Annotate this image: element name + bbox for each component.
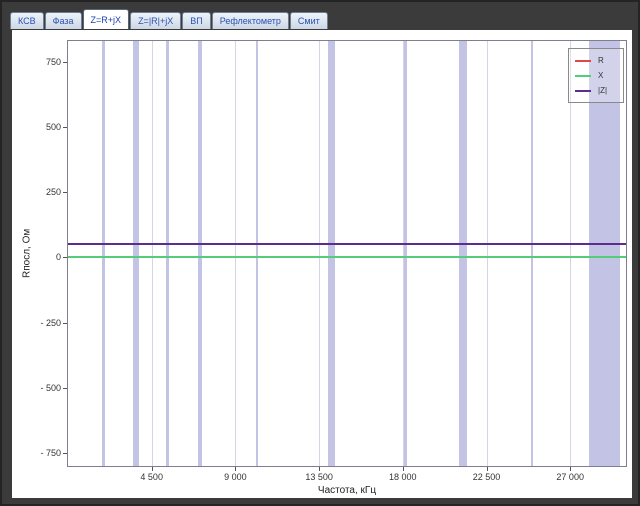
legend-label: R	[598, 56, 604, 65]
y-tick-mark	[63, 127, 67, 128]
x-tick-mark	[235, 467, 236, 471]
y-tick-label: 0	[12, 252, 61, 262]
gridline-x	[487, 41, 488, 466]
tab-smit[interactable]: Смит	[290, 12, 328, 29]
legend-line-sample-|Z|	[575, 90, 591, 92]
tab-bar: КСВФазаZ=R+jXZ=|R|+jXВПРефлектометрСмит	[10, 8, 328, 29]
band-highlight	[166, 41, 170, 466]
tab-faza[interactable]: Фаза	[45, 12, 82, 29]
y-tick-mark	[63, 192, 67, 193]
x-tick-label: 22 500	[473, 472, 501, 482]
x-tick-mark	[319, 467, 320, 471]
y-tick-label: 250	[12, 187, 61, 197]
band-highlight	[459, 41, 467, 466]
legend-line-sample-R	[575, 60, 591, 62]
y-tick-mark	[63, 62, 67, 63]
x-axis-title: Частота, кГц	[67, 485, 627, 496]
band-highlight	[133, 41, 139, 466]
y-tick-label: 750	[12, 57, 61, 67]
band-highlight	[589, 41, 621, 466]
y-tick-mark	[63, 257, 67, 258]
series-line-|Z|	[68, 243, 626, 245]
x-tick-label: 27 000	[556, 472, 584, 482]
band-highlight	[328, 41, 335, 466]
x-tick-label: 9 000	[224, 472, 247, 482]
x-tick-label: 4 500	[140, 472, 163, 482]
band-highlight	[404, 41, 407, 466]
chart-panel: Rпосл, Ом RX|Z| Частота, кГц 4 5009 0001…	[12, 30, 632, 498]
x-tick-label: 18 000	[389, 472, 417, 482]
tab-reflektometr[interactable]: Рефлектометр	[212, 12, 289, 29]
y-tick-label: - 500	[12, 383, 61, 393]
y-tick-label: - 750	[12, 448, 61, 458]
plot-area[interactable]: RX |Z|	[67, 40, 627, 467]
x-tick-mark	[570, 467, 571, 471]
band-highlight	[102, 41, 106, 466]
tab-vp[interactable]: ВП	[182, 12, 210, 29]
gridline-x	[152, 41, 153, 466]
series-line-X	[68, 256, 626, 258]
legend-label: X	[598, 71, 603, 80]
y-tick-mark	[63, 323, 67, 324]
band-highlight	[531, 41, 533, 466]
app-window: КСВФазаZ=R+jXZ=|R|+jXВПРефлектометрСмит …	[0, 0, 640, 506]
legend-row: X	[569, 68, 623, 83]
y-tick-mark	[63, 453, 67, 454]
x-tick-mark	[487, 467, 488, 471]
y-tick-mark	[63, 388, 67, 389]
legend-line-sample-X	[575, 75, 591, 77]
gridline-x	[570, 41, 571, 466]
y-tick-label: 500	[12, 122, 61, 132]
tab-z-r-jx[interactable]: Z=R+jX	[83, 9, 130, 29]
legend-row: R	[569, 53, 623, 68]
gridline-x	[319, 41, 320, 466]
legend-row: |Z|	[569, 83, 623, 98]
legend: RX |Z|	[568, 48, 624, 103]
legend-label: |Z|	[598, 86, 607, 95]
tab-z-absr-jx[interactable]: Z=|R|+jX	[130, 12, 181, 29]
y-tick-label: - 250	[12, 318, 61, 328]
x-tick-mark	[403, 467, 404, 471]
x-tick-label: 13 500	[305, 472, 333, 482]
x-tick-mark	[152, 467, 153, 471]
band-highlight	[198, 41, 202, 466]
gridline-x	[235, 41, 236, 466]
band-highlight	[256, 41, 258, 466]
tab-ksv[interactable]: КСВ	[10, 12, 44, 29]
